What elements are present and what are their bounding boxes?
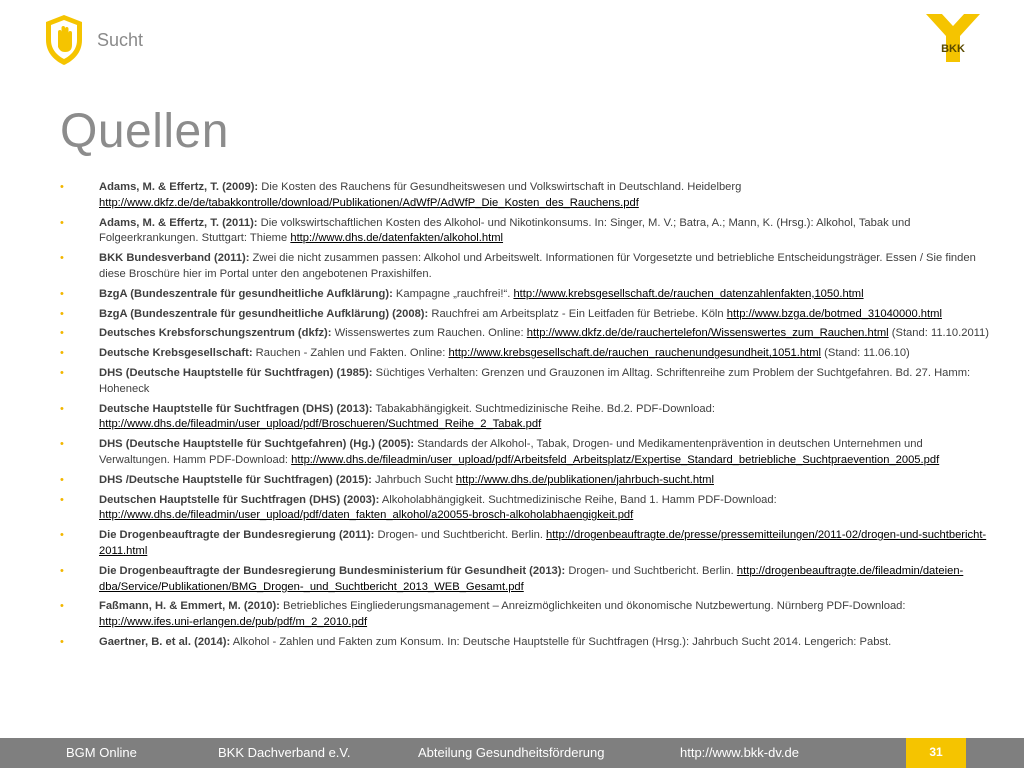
reference-text: Die Kosten des Rauchens für Gesundheitsw… bbox=[258, 181, 742, 193]
reference-link[interactable]: http://www.dhs.de/fileadmin/user_upload/… bbox=[291, 454, 939, 466]
reference-author: BKK Bundesverband (2011): bbox=[99, 252, 250, 265]
reference-item: BKK Bundesverband (2011): Zwei die nicht… bbox=[60, 251, 990, 283]
reference-author: DHS (Deutsche Hauptstelle für Suchtgefah… bbox=[99, 438, 415, 451]
reference-item: DHS (Deutsche Hauptstelle für Suchtfrage… bbox=[60, 366, 990, 398]
reference-author: Deutsche Hauptstelle für Suchtfragen (DH… bbox=[99, 402, 373, 415]
reference-text: Alkoholabhängigkeit. Suchtmedizinische R… bbox=[379, 493, 777, 506]
reference-text: Tabakabhängigkeit. Suchtmedizinische Rei… bbox=[372, 402, 715, 415]
page-title: Quellen bbox=[60, 105, 229, 158]
reference-item: DHS /Deutsche Hauptstelle für Suchtfrage… bbox=[60, 473, 990, 489]
reference-text: Alkohol - Zahlen und Fakten zum Konsum. … bbox=[230, 635, 892, 648]
reference-link[interactable]: http://www.dhs.de/publikationen/jahrbuch… bbox=[456, 474, 714, 486]
footer-department: Abteilung Gesundheitsförderung bbox=[418, 745, 605, 760]
reference-item: BzgA (Bundeszentrale für gesundheitliche… bbox=[60, 287, 990, 303]
reference-item: Adams, M. & Effertz, T. (2009): Die Kost… bbox=[60, 180, 990, 212]
reference-stand-date: (Stand: 11.06.10) bbox=[821, 347, 910, 360]
reference-author: Die Drogenbeauftragte der Bundesregierun… bbox=[99, 564, 566, 577]
footer-website-link[interactable]: http://www.bkk-dv.de bbox=[680, 745, 799, 760]
reference-link[interactable]: http://www.dhs.de/fileadmin/user_upload/… bbox=[99, 509, 633, 521]
reference-author: BzgA (Bundeszentrale für gesundheitliche… bbox=[99, 287, 393, 300]
hand-stop-icon bbox=[46, 15, 82, 65]
reference-link[interactable]: http://www.krebsgesellschaft.de/rauchen_… bbox=[448, 347, 821, 359]
reference-text: Kampagne „rauchfrei!“. bbox=[392, 287, 514, 300]
reference-item: DHS (Deutsche Hauptstelle für Suchtgefah… bbox=[60, 437, 990, 469]
reference-author: DHS (Deutsche Hauptstelle für Suchtfrage… bbox=[99, 366, 373, 379]
reference-item: Gaertner, B. et al. (2014): Alkohol - Za… bbox=[60, 635, 990, 651]
topic-label: Sucht bbox=[97, 30, 144, 50]
page-number: 31 bbox=[929, 745, 943, 759]
reference-link[interactable]: http://www.krebsgesellschaft.de/rauchen_… bbox=[513, 288, 863, 300]
reference-item: Deutsche Hauptstelle für Suchtfragen (DH… bbox=[60, 402, 990, 434]
reference-text: Drogen- und Suchtbericht. Berlin. bbox=[374, 529, 547, 542]
reference-link[interactable]: http://www.bzga.de/botmed_31040000.html bbox=[727, 308, 942, 320]
reference-link[interactable]: http://www.dkfz.de/de/tabakkontrolle/dow… bbox=[99, 197, 639, 209]
reference-stand-date: (Stand: 11.10.2011) bbox=[888, 327, 989, 340]
reference-item: Deutschen Hauptstelle für Suchtfragen (D… bbox=[60, 493, 990, 525]
svg-text:BKK: BKK bbox=[941, 43, 965, 55]
reference-author: Adams, M. & Effertz, T. (2011): bbox=[99, 216, 258, 229]
reference-link[interactable]: http://www.ifes.uni-erlangen.de/pub/pdf/… bbox=[99, 616, 367, 628]
reference-author: DHS /Deutsche Hauptstelle für Suchtfrage… bbox=[99, 473, 372, 486]
header: Sucht BKK bbox=[0, 0, 1024, 90]
reference-link[interactable]: http://www.dhs.de/fileadmin/user_upload/… bbox=[99, 418, 541, 430]
footer-bgm-online: BGM Online bbox=[66, 745, 137, 760]
page-number-box: 31 bbox=[906, 738, 966, 768]
reference-item: Faßmann, H. & Emmert, M. (2010): Betrieb… bbox=[60, 599, 990, 631]
reference-item: Deutsches Krebsforschungszentrum (dkfz):… bbox=[60, 326, 990, 342]
reference-item: BzgA (Bundeszentrale für gesundheitliche… bbox=[60, 307, 990, 323]
reference-author: Faßmann, H. & Emmert, M. (2010): bbox=[99, 600, 280, 613]
reference-author: Deutschen Hauptstelle für Suchtfragen (D… bbox=[99, 493, 380, 506]
reference-item: Deutsche Krebsgesellschaft: Rauchen - Za… bbox=[60, 346, 990, 362]
reference-item: Adams, M. & Effertz, T. (2011): Die volk… bbox=[60, 216, 990, 248]
reference-text: Wissenswertes zum Rauchen. Online: bbox=[331, 327, 527, 340]
reference-author: Gaertner, B. et al. (2014): bbox=[99, 635, 231, 648]
reference-text: Rauchfrei am Arbeitsplatz - Ein Leitfade… bbox=[428, 307, 727, 320]
reference-link[interactable]: http://www.dkfz.de/de/rauchertelefon/Wis… bbox=[527, 327, 889, 339]
reference-text: Drogen- und Suchtbericht. Berlin. bbox=[565, 564, 737, 577]
reference-text: Betriebliches Eingliederungsmanagement –… bbox=[279, 600, 906, 613]
reference-author: Adams, M. & Effertz, T. (2009): bbox=[99, 181, 259, 193]
reference-author: Deutsche Krebsgesellschaft: bbox=[99, 347, 253, 360]
reference-author: BzgA (Bundeszentrale für gesundheitliche… bbox=[99, 307, 429, 320]
reference-list: Adams, M. & Effertz, T. (2009): Die Kost… bbox=[60, 180, 990, 655]
reference-author: Die Drogenbeauftragte der Bundesregierun… bbox=[99, 529, 375, 542]
reference-text: Rauchen - Zahlen und Fakten. Online: bbox=[252, 347, 449, 360]
reference-author: Deutsches Krebsforschungszentrum (dkfz): bbox=[99, 327, 332, 340]
footer-organisation: BKK Dachverband e.V. bbox=[218, 745, 351, 760]
reference-link[interactable]: http://www.dhs.de/datenfakten/alkohol.ht… bbox=[290, 232, 503, 244]
footer: BGM Online BKK Dachverband e.V. Abteilun… bbox=[0, 738, 1024, 768]
bkk-logo: BKK bbox=[926, 14, 980, 62]
reference-item: Die Drogenbeauftragte der Bundesregierun… bbox=[60, 564, 990, 596]
reference-item: Die Drogenbeauftragte der Bundesregierun… bbox=[60, 528, 990, 560]
reference-text: Jahrbuch Sucht bbox=[371, 473, 456, 486]
